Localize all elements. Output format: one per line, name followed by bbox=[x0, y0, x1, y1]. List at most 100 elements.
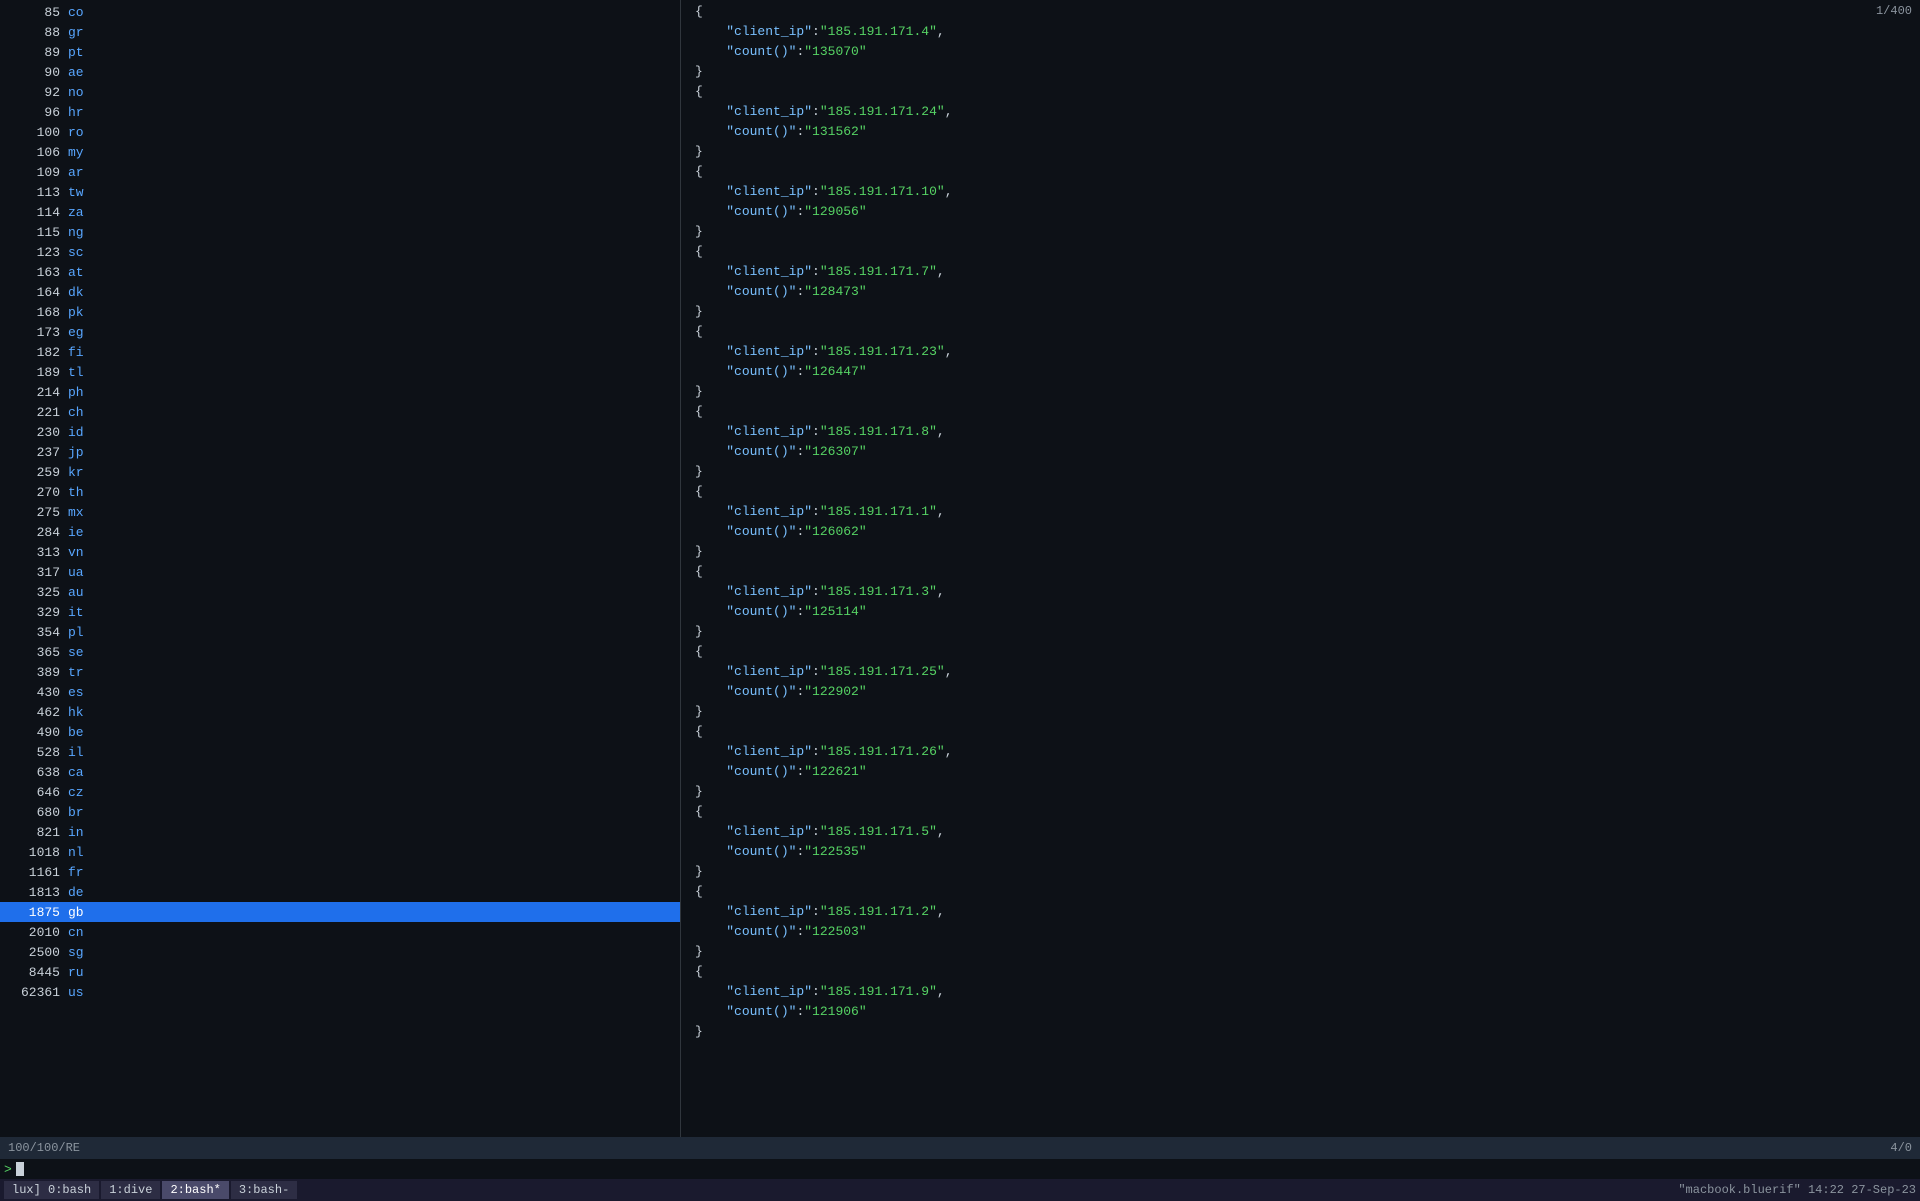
table-row[interactable]: 163at bbox=[0, 262, 680, 282]
tmux-item[interactable]: 2:bash* bbox=[162, 1181, 228, 1199]
table-row[interactable]: 106my bbox=[0, 142, 680, 162]
table-row[interactable]: 88gr bbox=[0, 22, 680, 42]
table-row[interactable]: 189tl bbox=[0, 362, 680, 382]
table-row[interactable]: 123sc bbox=[0, 242, 680, 262]
tmux-item[interactable]: lux] 0:bash bbox=[4, 1181, 99, 1199]
table-row[interactable]: 114za bbox=[0, 202, 680, 222]
table-row[interactable]: 270th bbox=[0, 482, 680, 502]
table-row[interactable]: 313vn bbox=[0, 542, 680, 562]
table-row[interactable]: 646cz bbox=[0, 782, 680, 802]
table-row[interactable]: 115ng bbox=[0, 222, 680, 242]
table-row[interactable]: 2010cn bbox=[0, 922, 680, 942]
json-close-brace: } bbox=[691, 142, 1920, 162]
prompt-line: > bbox=[0, 1159, 1920, 1179]
json-open-brace: { bbox=[691, 802, 1920, 822]
row-count: 85 bbox=[8, 5, 68, 20]
row-code: nl bbox=[68, 845, 108, 860]
row-count: 100 bbox=[8, 125, 68, 140]
table-row[interactable]: 168pk bbox=[0, 302, 680, 322]
table-row[interactable]: 490be bbox=[0, 722, 680, 742]
row-count: 168 bbox=[8, 305, 68, 320]
right-panel: 1/400 { "client_ip": "185.191.171.4", "c… bbox=[681, 0, 1920, 1137]
table-row[interactable]: 100ro bbox=[0, 122, 680, 142]
row-code: ca bbox=[68, 765, 108, 780]
table-row[interactable]: 354pl bbox=[0, 622, 680, 642]
table-row[interactable]: 365se bbox=[0, 642, 680, 662]
table-row[interactable]: 62361us bbox=[0, 982, 680, 1002]
status-page-indicator: 4/0 bbox=[1890, 1141, 1912, 1155]
table-row[interactable]: 389tr bbox=[0, 662, 680, 682]
json-count-line: "count()": "135070" bbox=[691, 42, 1920, 62]
row-count: 163 bbox=[8, 265, 68, 280]
table-row[interactable]: 284ie bbox=[0, 522, 680, 542]
json-value-count: "122621" bbox=[804, 762, 866, 782]
table-row[interactable]: 230id bbox=[0, 422, 680, 442]
tmux-bar: lux] 0:bash1:dive2:bash*3:bash- "macbook… bbox=[0, 1179, 1920, 1201]
json-open-brace: { bbox=[691, 482, 1920, 502]
json-close-brace: } bbox=[691, 302, 1920, 322]
table-row[interactable]: 821in bbox=[0, 822, 680, 842]
table-row[interactable]: 8445ru bbox=[0, 962, 680, 982]
json-value-ip: "185.191.171.23" bbox=[820, 342, 945, 362]
table-row[interactable]: 317ua bbox=[0, 562, 680, 582]
json-value-ip: "185.191.171.7" bbox=[820, 262, 937, 282]
json-count-line: "count()": "125114" bbox=[691, 602, 1920, 622]
json-count-line: "count()": "122535" bbox=[691, 842, 1920, 862]
json-colon: : bbox=[796, 682, 804, 702]
row-count: 275 bbox=[8, 505, 68, 520]
table-row[interactable]: 1018nl bbox=[0, 842, 680, 862]
table-row[interactable]: 85co bbox=[0, 2, 680, 22]
json-value-ip: "185.191.171.25" bbox=[820, 662, 945, 682]
json-open-brace: { bbox=[691, 642, 1920, 662]
table-row[interactable]: 1161fr bbox=[0, 862, 680, 882]
json-open-brace: { bbox=[691, 322, 1920, 342]
json-count-line: "count()": "131562" bbox=[691, 122, 1920, 142]
table-row[interactable]: 259kr bbox=[0, 462, 680, 482]
table-row[interactable]: 164dk bbox=[0, 282, 680, 302]
table-row[interactable]: 90ae bbox=[0, 62, 680, 82]
json-key: "client_ip" bbox=[726, 902, 812, 922]
table-row[interactable]: 528il bbox=[0, 742, 680, 762]
json-colon: : bbox=[796, 442, 804, 462]
json-colon: : bbox=[812, 102, 820, 122]
row-code: sg bbox=[68, 945, 108, 960]
row-code: id bbox=[68, 425, 108, 440]
json-colon: : bbox=[796, 922, 804, 942]
table-row[interactable]: 89pt bbox=[0, 42, 680, 62]
table-row[interactable]: 109ar bbox=[0, 162, 680, 182]
json-key-count: "count()" bbox=[726, 682, 796, 702]
table-row[interactable]: 329it bbox=[0, 602, 680, 622]
table-row[interactable]: 214ph bbox=[0, 382, 680, 402]
table-row[interactable]: 173eg bbox=[0, 322, 680, 342]
json-key-count: "count()" bbox=[726, 442, 796, 462]
table-row[interactable]: 462hk bbox=[0, 702, 680, 722]
json-value-ip: "185.191.171.24" bbox=[820, 102, 945, 122]
row-code: au bbox=[68, 585, 108, 600]
row-code: ng bbox=[68, 225, 108, 240]
table-row[interactable]: 182fi bbox=[0, 342, 680, 362]
table-row[interactable]: 96hr bbox=[0, 102, 680, 122]
json-colon: : bbox=[812, 902, 820, 922]
table-row[interactable]: 680br bbox=[0, 802, 680, 822]
json-close-brace: } bbox=[691, 222, 1920, 242]
table-row[interactable]: 2500sg bbox=[0, 942, 680, 962]
table-row[interactable]: 1813de bbox=[0, 882, 680, 902]
table-row[interactable]: 1875gb bbox=[0, 902, 680, 922]
table-row[interactable]: 113tw bbox=[0, 182, 680, 202]
table-row[interactable]: 325au bbox=[0, 582, 680, 602]
table-row[interactable]: 237jp bbox=[0, 442, 680, 462]
json-key: "client_ip" bbox=[726, 102, 812, 122]
json-value-count: "135070" bbox=[804, 42, 866, 62]
table-row[interactable]: 430es bbox=[0, 682, 680, 702]
tmux-item[interactable]: 3:bash- bbox=[231, 1181, 297, 1199]
table-row[interactable]: 92no bbox=[0, 82, 680, 102]
table-row[interactable]: 221ch bbox=[0, 402, 680, 422]
row-count: 90 bbox=[8, 65, 68, 80]
table-row[interactable]: 275mx bbox=[0, 502, 680, 522]
table-row[interactable]: 638ca bbox=[0, 762, 680, 782]
json-key: "client_ip" bbox=[726, 182, 812, 202]
tmux-item[interactable]: 1:dive bbox=[101, 1181, 160, 1199]
row-count: 214 bbox=[8, 385, 68, 400]
row-count: 96 bbox=[8, 105, 68, 120]
row-code: ie bbox=[68, 525, 108, 540]
